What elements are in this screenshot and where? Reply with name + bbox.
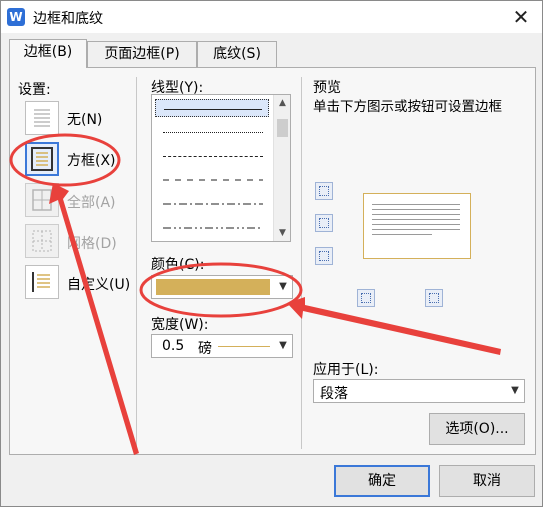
apply-to-label: 应用于(L): [313,362,379,378]
border-box-icon[interactable] [25,142,59,176]
tab-shading[interactable]: 底纹(S) [197,41,277,67]
apply-to-value: 段落 [320,386,348,402]
chevron-down-icon: ▼ [279,340,287,351]
line-style-scrollbar[interactable]: ▲ ▼ [273,95,290,241]
border-all-icon [25,183,59,217]
width-dropdown[interactable]: 0.5 磅 ▼ [151,334,293,358]
line-style-solid[interactable] [155,99,269,117]
preview-canvas[interactable] [363,193,471,259]
width-line-sample [218,346,270,347]
setting-custom-label: 自定义(U) [67,277,131,293]
setting-all-label: 全部(A) [67,195,116,211]
scroll-up-icon[interactable]: ▲ [274,95,290,111]
borders-and-shading-dialog: W 边框和底纹 ✕ 边框(B) 页面边框(P) 底纹(S) 设置: 无(N) 方… [0,0,543,507]
separator-left [136,77,137,449]
right-border-button[interactable] [425,289,443,307]
preview-hint: 单击下方图示或按钮可设置边框 [313,99,502,115]
ok-button[interactable]: 确定 [334,465,430,497]
bottom-border-button[interactable] [315,247,333,265]
setting-grid-label: 网格(D) [67,236,117,252]
setting-box-label: 方框(X) [67,153,116,169]
width-unit: 磅 [198,341,212,357]
options-button[interactable]: 选项(O)... [429,413,525,445]
width-value: 0.5 [162,338,185,354]
apply-to-dropdown[interactable]: 段落 ▼ [313,379,525,403]
chevron-down-icon: ▼ [511,385,519,396]
tab-page-border[interactable]: 页面边框(P) [87,41,197,67]
border-custom-icon[interactable] [25,265,59,299]
border-none-icon[interactable] [25,101,59,135]
color-dropdown[interactable]: ▼ [151,275,293,299]
top-border-button[interactable] [315,182,333,200]
color-swatch [156,279,270,295]
scroll-down-icon[interactable]: ▼ [274,225,290,241]
line-style-dashed[interactable] [155,171,269,189]
title-bar: W 边框和底纹 ✕ [1,1,542,33]
color-label: 颜色(C): [151,257,205,273]
settings-heading: 设置: [18,82,51,98]
separator-right [301,77,302,449]
line-style-list[interactable]: ▲ ▼ [151,94,291,242]
close-icon[interactable]: ✕ [508,4,534,30]
dialog-title: 边框和底纹 [33,11,103,27]
preview-heading: 预览 [313,80,341,96]
line-style-dash-dot-dot[interactable] [155,219,269,237]
scroll-thumb[interactable] [277,119,288,137]
left-border-button[interactable] [357,289,375,307]
border-grid-icon [25,224,59,258]
tab-border[interactable]: 边框(B) [9,39,87,68]
wps-writer-icon: W [7,8,25,26]
horizontal-inside-border-button[interactable] [315,214,333,232]
cancel-button[interactable]: 取消 [439,465,535,497]
line-style-dash-dot[interactable] [155,195,269,213]
chevron-down-icon: ▼ [279,281,287,292]
width-label: 宽度(W): [151,317,209,333]
line-style-dotted[interactable] [155,123,269,141]
setting-none-label: 无(N) [67,112,103,128]
line-style-dashed-small[interactable] [155,147,269,165]
